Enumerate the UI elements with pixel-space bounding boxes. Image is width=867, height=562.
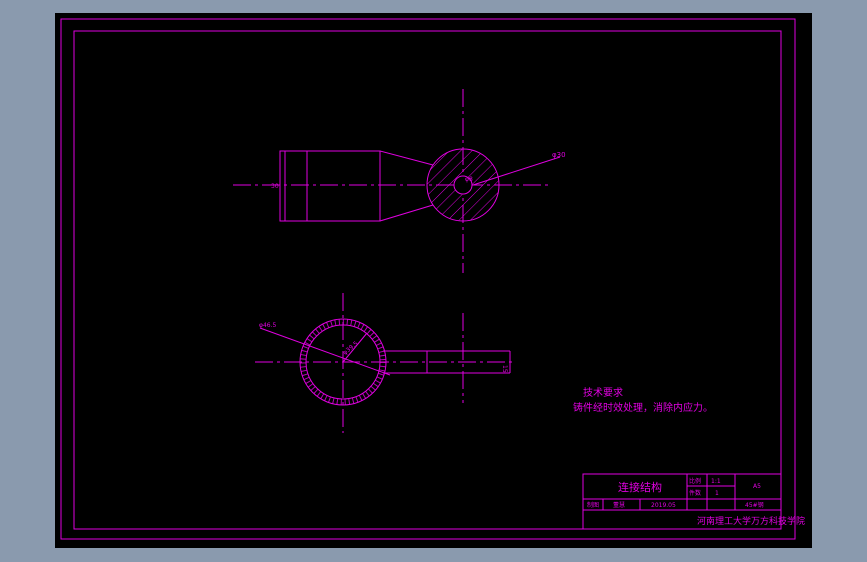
dim-right-bottom: 15 [501, 365, 508, 373]
sheet-value: A5 [753, 483, 761, 490]
notes-title: 技术要求 [583, 386, 623, 399]
notes-line1: 铸件经时效处理，消除内应力。 [573, 401, 713, 414]
qty-label: 件数 [689, 489, 701, 497]
bottom-view: φ46.5 φ39.5 15 [255, 293, 515, 433]
drawn-by: 董慧 [613, 501, 625, 509]
outer-border [60, 18, 796, 540]
inner-border [73, 30, 782, 530]
top-view: φ30 φ8 30 [233, 89, 566, 273]
part-name: 连接结构 [618, 480, 662, 494]
scale-value: 1:1 [711, 478, 721, 485]
dim-left-top: 30 [271, 183, 279, 190]
school-name: 河南理工大学万方科技学院 [697, 515, 805, 527]
cad-drawing: φ30 φ8 30 φ46.5 φ39.5 15 技术要求 铸件经时效处理，消除… [60, 18, 805, 540]
drawn-label: 制图 [587, 501, 599, 509]
dim-phi-bottom-inner: φ39.5 [342, 340, 360, 357]
scale-label: 比例 [689, 477, 701, 485]
dim-phi-bottom-outer: φ46.5 [259, 322, 277, 329]
qty-value: 1 [715, 490, 719, 497]
title-block: 连接结构 比例 1:1 件数 1 A5 制图 董慧 2019.05 45#钢 河… [582, 473, 805, 530]
date: 2019.05 [651, 502, 676, 509]
drawing-canvas: φ30 φ8 30 φ46.5 φ39.5 15 技术要求 铸件经时效处理，消除… [55, 13, 812, 548]
dim-phi-small-top: φ8 [465, 176, 473, 183]
dim-phi-top: φ30 [552, 151, 566, 159]
material: 45#钢 [745, 501, 764, 509]
